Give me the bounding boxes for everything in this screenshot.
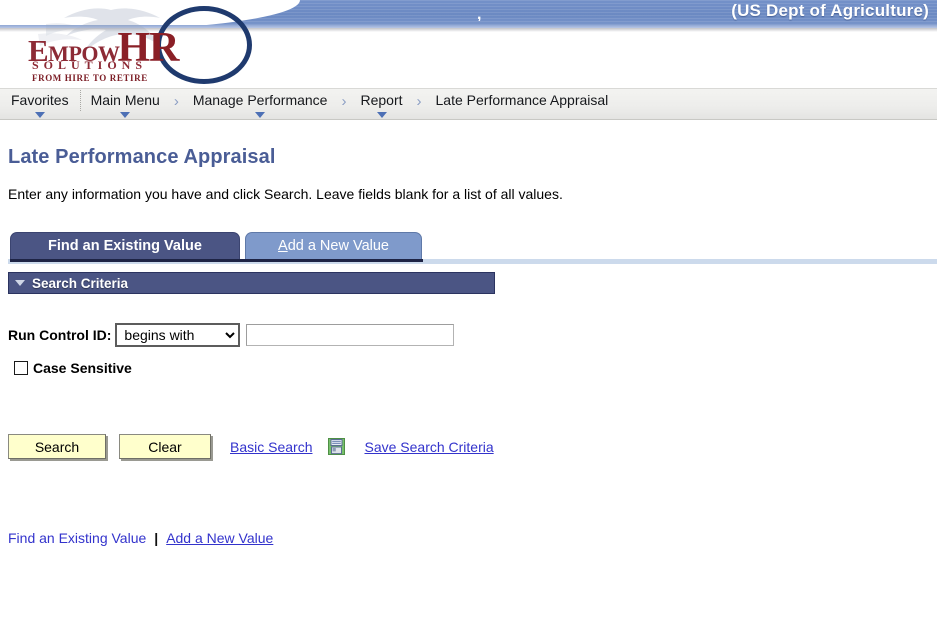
footer-link-add-a-new-value[interactable]: Add a New Value: [166, 530, 273, 546]
footer-divider: |: [154, 530, 159, 546]
tab-add-a-new-value[interactable]: Add a New Value: [245, 232, 422, 259]
breadcrumb-separator: ›: [341, 93, 347, 110]
footer-links: Find an Existing Value | Add a New Value: [8, 530, 937, 546]
nav-item-manage-performance[interactable]: Manage Performance: [182, 89, 339, 120]
run-control-id-row: Run Control ID: begins withcontains=not …: [8, 323, 937, 347]
tab-active-underline: [10, 259, 423, 262]
action-row: Search Clear Basic Search Save Search Cr…: [8, 434, 937, 459]
breadcrumb: Favorites Main Menu › Manage Performance…: [0, 88, 937, 120]
tab-label: dd a New Value: [287, 238, 389, 254]
triangle-down-icon[interactable]: [15, 280, 25, 286]
nav-item-label: Manage Performance: [192, 92, 328, 108]
page-instructions: Enter any information you have and click…: [8, 186, 563, 202]
footer-link-find-an-existing-value[interactable]: Find an Existing Value: [8, 530, 146, 546]
case-sensitive-checkbox[interactable]: [14, 361, 28, 375]
chevron-down-icon: [255, 112, 266, 118]
chevron-down-icon: [120, 112, 131, 118]
banner-text-fragment: ,: [477, 12, 481, 21]
logo-tagline-text: FROM HIRE TO RETIRE: [32, 73, 148, 83]
nav-item-label: Late Performance Appraisal: [435, 92, 609, 108]
chevron-down-icon: [34, 112, 45, 118]
case-sensitive-row: Case Sensitive: [8, 360, 937, 376]
run-control-id-operator-select[interactable]: begins withcontains=not =<<=>>=betweenin: [115, 323, 241, 347]
tab-bar: Find an Existing Value Add a New Value: [8, 232, 937, 264]
main-content: Late Performance Appraisal Enter any inf…: [0, 146, 937, 546]
breadcrumb-separator: ›: [416, 93, 422, 110]
save-floppy-icon[interactable]: [328, 438, 346, 455]
nav-item-label: Favorites: [11, 92, 69, 108]
search-criteria-title: Search Criteria: [32, 275, 129, 291]
clear-button[interactable]: Clear: [119, 434, 211, 459]
chevron-down-icon: [376, 112, 387, 118]
basic-search-link[interactable]: Basic Search: [230, 439, 312, 455]
nav-item-late-performance-appraisal: Late Performance Appraisal: [425, 89, 620, 120]
tab-hotkey: A: [278, 238, 288, 254]
logo-solutions-text: SOLUTIONS: [32, 58, 148, 72]
case-sensitive-label: Case Sensitive: [33, 360, 132, 376]
tab-label: Find an Existing Value: [48, 238, 202, 254]
page-header: , (US Dept of Agriculture) EmpowHR SOLUT…: [0, 0, 937, 88]
nav-item-label: Report: [360, 92, 403, 108]
nav-item-report[interactable]: Report: [349, 89, 413, 120]
page-title: Late Performance Appraisal: [8, 146, 276, 168]
search-button[interactable]: Search: [8, 434, 106, 459]
nav-item-label: Main Menu: [90, 92, 160, 108]
nav-item-favorites[interactable]: Favorites: [0, 89, 80, 120]
empowhr-logo[interactable]: EmpowHR SOLUTIONS FROM HIRE TO RETIRE: [18, 2, 252, 88]
run-control-id-input[interactable]: [246, 324, 455, 346]
search-criteria-header[interactable]: Search Criteria: [8, 272, 495, 294]
nav-item-main-menu[interactable]: Main Menu: [79, 89, 171, 120]
breadcrumb-separator: ›: [173, 93, 179, 110]
tab-find-an-existing-value[interactable]: Find an Existing Value: [10, 232, 240, 259]
banner-title: (US Dept of Agriculture): [731, 1, 929, 20]
save-search-criteria-link[interactable]: Save Search Criteria: [364, 439, 493, 455]
run-control-id-label: Run Control ID:: [8, 327, 112, 343]
